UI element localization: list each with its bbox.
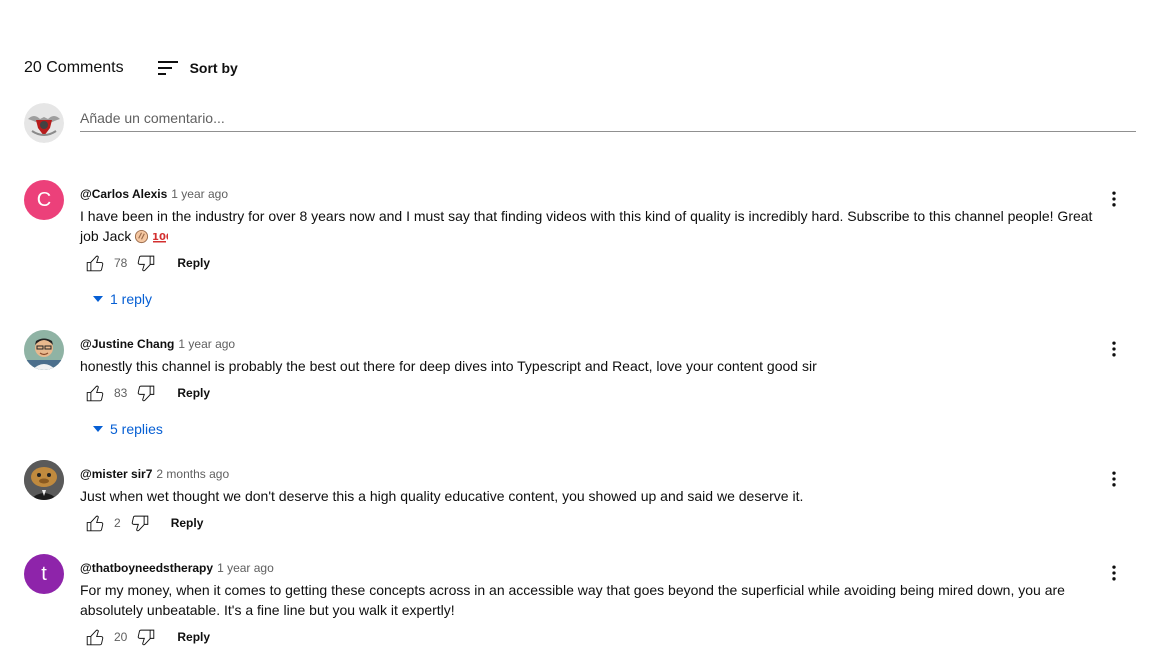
add-comment-input[interactable] xyxy=(80,105,1136,132)
avatar[interactable] xyxy=(24,460,64,500)
comment-meta: @mister sir7 2 months ago xyxy=(80,467,229,481)
thumb-down-icon xyxy=(135,252,157,274)
dislike-button[interactable] xyxy=(129,512,151,534)
comment-text: For my money, when it comes to getting t… xyxy=(80,582,1065,618)
thumb-up-icon xyxy=(84,252,106,274)
like-button[interactable] xyxy=(84,512,106,534)
more-vert-icon xyxy=(1104,563,1124,583)
avatar-letter: t xyxy=(41,562,47,585)
thumb-up-icon xyxy=(84,512,106,534)
thumb-up-icon xyxy=(84,626,106,648)
comment-count: 20 Comments xyxy=(24,59,124,76)
comment-author[interactable]: @mister sir7 xyxy=(80,467,152,481)
comment-meta: @Justine Chang 1 year ago xyxy=(80,337,235,351)
reply-button[interactable]: Reply xyxy=(177,630,210,644)
comment-author[interactable]: @thatboyneedstherapy xyxy=(80,561,213,575)
thumb-down-icon xyxy=(129,512,151,534)
more-vert-icon xyxy=(1104,189,1124,209)
comment-toolbar: 83 Reply xyxy=(84,382,210,404)
avatar-letter: C xyxy=(36,188,52,211)
current-user-avatar xyxy=(24,103,64,143)
avatar-photo xyxy=(24,330,64,370)
comment-toolbar: 2 Reply xyxy=(84,512,203,534)
comment-menu-button[interactable] xyxy=(1104,563,1124,583)
like-count: 2 xyxy=(114,516,121,530)
comment-toolbar: 78 Reply xyxy=(84,252,210,274)
more-vert-icon xyxy=(1104,339,1124,359)
dislike-button[interactable] xyxy=(135,252,157,274)
reply-button[interactable]: Reply xyxy=(177,386,210,400)
comment-meta: @thatboyneedstherapy 1 year ago xyxy=(80,561,274,575)
comment-menu-button[interactable] xyxy=(1104,469,1124,489)
comments-header: 20 Comments Sort by xyxy=(24,58,238,78)
comment-time[interactable]: 2 months ago xyxy=(156,467,229,481)
view-replies-button[interactable]: 5 replies xyxy=(92,421,163,437)
comment-text: honestly this channel is probably the be… xyxy=(80,358,817,374)
like-button[interactable] xyxy=(84,382,106,404)
dislike-button[interactable] xyxy=(135,626,157,648)
avatar[interactable]: C xyxy=(24,180,64,220)
comment-toolbar: 20 Reply xyxy=(84,626,210,648)
comment-author[interactable]: @Justine Chang xyxy=(80,337,174,351)
replies-label: 5 replies xyxy=(110,421,163,437)
replies-label: 1 reply xyxy=(110,291,153,307)
sort-icon xyxy=(157,61,178,75)
comment-time[interactable]: 1 year ago xyxy=(217,561,274,575)
view-replies-button[interactable]: 1 reply xyxy=(92,291,152,307)
comment-text: I have been in the industry for over 8 y… xyxy=(80,208,1093,244)
reply-button[interactable]: Reply xyxy=(177,256,210,270)
caret-down-icon xyxy=(92,423,104,435)
comment-menu-button[interactable] xyxy=(1104,189,1124,209)
more-vert-icon xyxy=(1104,469,1124,489)
caret-down-icon xyxy=(92,293,104,305)
comment-text: Just when wet thought we don't deserve t… xyxy=(80,488,804,504)
comment-meta: @Carlos Alexis 1 year ago xyxy=(80,187,228,201)
reply-button[interactable]: Reply xyxy=(171,516,204,530)
comment-author[interactable]: @Carlos Alexis xyxy=(80,187,167,201)
hundred-points-icon: 100 xyxy=(152,229,173,249)
avatar-photo xyxy=(24,460,64,500)
thumb-down-icon xyxy=(135,626,157,648)
comment-text-block: I have been in the industry for over 8 y… xyxy=(80,206,1100,249)
clapping-hands-icon xyxy=(134,229,149,249)
sort-by-button[interactable]: Sort by xyxy=(157,60,238,76)
comment-time[interactable]: 1 year ago xyxy=(178,337,235,351)
like-count: 78 xyxy=(114,256,128,270)
like-button[interactable] xyxy=(84,626,106,648)
like-count: 83 xyxy=(114,386,128,400)
add-comment-row xyxy=(24,103,1136,143)
dislike-button[interactable] xyxy=(135,382,157,404)
thumb-up-icon xyxy=(84,382,106,404)
sort-by-label: Sort by xyxy=(189,60,238,76)
like-count: 20 xyxy=(114,630,128,644)
avatar[interactable]: t xyxy=(24,554,64,594)
comment-menu-button[interactable] xyxy=(1104,339,1124,359)
thumb-down-icon xyxy=(135,382,157,404)
like-button[interactable] xyxy=(84,252,106,274)
avatar[interactable] xyxy=(24,330,64,370)
comment-time[interactable]: 1 year ago xyxy=(171,187,228,201)
